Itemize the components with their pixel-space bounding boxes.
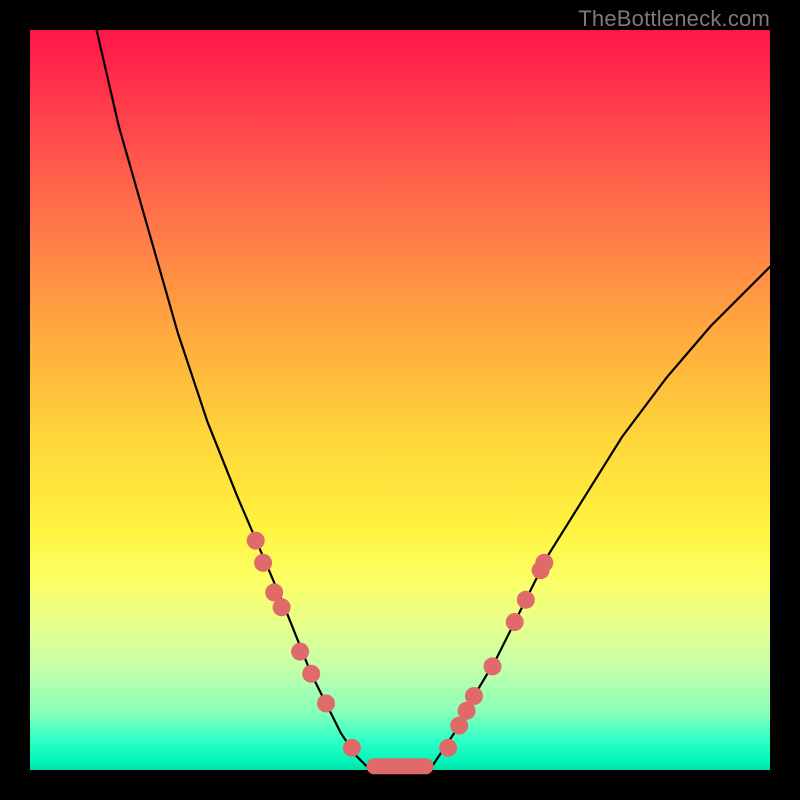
data-marker <box>291 643 309 661</box>
data-marker <box>439 739 457 757</box>
curve-svg <box>30 30 770 770</box>
markers-right-group <box>439 554 553 757</box>
data-marker <box>273 598 291 616</box>
data-marker <box>247 532 265 550</box>
plot-area <box>30 30 770 770</box>
markers-left-group <box>247 532 361 757</box>
floor-marker <box>366 758 433 774</box>
data-marker <box>317 694 335 712</box>
data-marker <box>484 657 502 675</box>
data-marker <box>535 554 553 572</box>
data-marker <box>517 591 535 609</box>
data-marker <box>465 687 483 705</box>
watermark-text: TheBottleneck.com <box>578 6 770 32</box>
data-marker <box>343 739 361 757</box>
curve-left-branch <box>97 30 371 770</box>
data-marker <box>302 665 320 683</box>
data-marker <box>506 613 524 631</box>
chart-frame: TheBottleneck.com <box>0 0 800 800</box>
data-marker <box>254 554 272 572</box>
